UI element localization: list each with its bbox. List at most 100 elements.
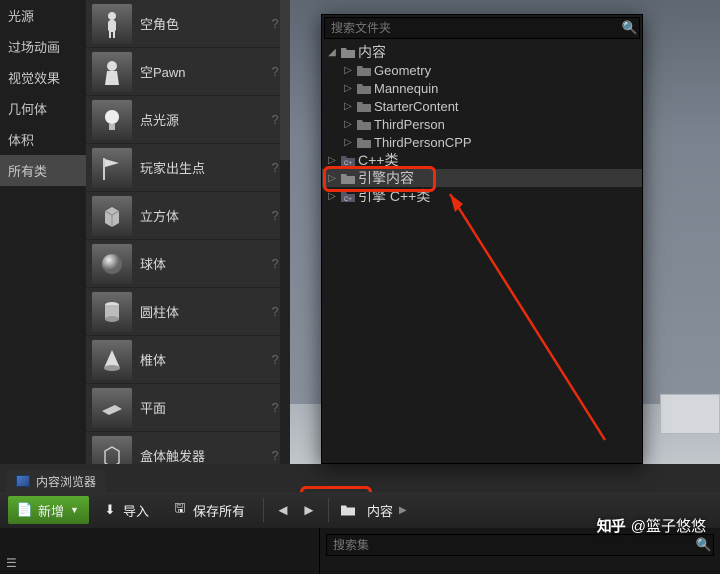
breadcrumb[interactable]: 内容 ▶ — [367, 501, 407, 520]
folder-search-input[interactable] — [325, 21, 621, 35]
character-icon — [92, 4, 132, 44]
actor-empty-pawn[interactable]: 空Pawn ? — [86, 48, 290, 96]
collection-search-input[interactable] — [327, 538, 695, 552]
actor-point-light[interactable]: 点光源 ? — [86, 96, 290, 144]
actor-label: 球体 — [140, 254, 258, 273]
tree-root-cpp[interactable]: ▷ C+ C++类 — [322, 151, 642, 169]
expand-arrow-icon[interactable]: ▷ — [342, 101, 354, 112]
cpp-folder-icon: C+ — [340, 153, 356, 167]
expand-arrow-icon[interactable]: ▷ — [342, 119, 354, 130]
add-new-button[interactable]: 📄 新增 ▼ — [8, 496, 89, 524]
actor-label: 平面 — [140, 398, 258, 417]
category-all-classes[interactable]: 所有类 — [0, 155, 86, 186]
search-icon: 🔍 — [695, 536, 713, 554]
tree-root-engine-content[interactable]: ▷ 引擎内容 — [322, 169, 642, 187]
tree-label: 引擎 C++类 — [358, 186, 430, 206]
category-cinematic[interactable]: 过场动画 — [0, 31, 86, 62]
import-button[interactable]: ⬇ 导入 — [93, 496, 159, 524]
folder-search[interactable]: 🔍 — [324, 17, 640, 39]
plus-file-icon: 📄 — [18, 503, 32, 517]
actor-cone[interactable]: 椎体 ? — [86, 336, 290, 384]
actor-label: 空Pawn — [140, 62, 258, 81]
actor-label: 立方体 — [140, 206, 258, 225]
button-label: 新增 — [38, 501, 64, 520]
folder-icon — [356, 99, 372, 113]
actor-empty-character[interactable]: 空角色 ? — [86, 0, 290, 48]
search-icon: 🔍 — [621, 19, 639, 37]
actor-label: 玩家出生点 — [140, 158, 258, 177]
tree-label: C++类 — [358, 150, 398, 170]
folder-tree[interactable]: ◢ 内容 ▷ Geometry ▷ Mannequin ▷ StarterCon… — [322, 41, 642, 463]
tree-label: 内容 — [358, 42, 386, 62]
tree-root-content[interactable]: ◢ 内容 — [322, 43, 642, 61]
save-all-button[interactable]: 🖫 保存所有 — [163, 496, 255, 524]
category-volume[interactable]: 体积 — [0, 124, 86, 155]
category-geometry[interactable]: 几何体 — [0, 93, 86, 124]
scrollbar[interactable] — [280, 0, 290, 464]
button-label: 保存所有 — [193, 501, 245, 520]
folder-icon — [356, 81, 372, 95]
actor-plane[interactable]: 平面 ? — [86, 384, 290, 432]
cube-icon — [92, 196, 132, 236]
tree-label: 引擎内容 — [358, 168, 414, 188]
tree-item-thirdpersoncpp[interactable]: ▷ ThirdPersonCPP — [322, 133, 642, 151]
chevron-right-icon: ▶ — [399, 505, 407, 516]
sphere-icon — [92, 244, 132, 284]
filter-bar[interactable]: ☰ — [6, 556, 17, 570]
expand-arrow-icon[interactable]: ▷ — [342, 83, 354, 94]
collection-search[interactable]: 🔍 — [326, 534, 714, 556]
svg-text:C+: C+ — [344, 161, 352, 167]
tree-item-startercontent[interactable]: ▷ StarterContent — [322, 97, 642, 115]
actor-trigger-box[interactable]: 盒体触发器 ? — [86, 432, 290, 464]
filter-icon[interactable]: ☰ — [6, 556, 17, 570]
cpp-folder-icon: C+ — [340, 189, 356, 203]
svg-text:C+: C+ — [344, 197, 352, 203]
expand-arrow-icon[interactable]: ▷ — [342, 137, 354, 148]
actor-player-start[interactable]: 玩家出生点 ? — [86, 144, 290, 192]
chevron-down-icon: ▼ — [70, 505, 79, 515]
actor-sphere[interactable]: 球体 ? — [86, 240, 290, 288]
sources-panel — [0, 528, 320, 574]
expand-arrow-icon[interactable]: ▷ — [326, 155, 338, 166]
content-browser-icon — [16, 475, 30, 487]
actor-label: 点光源 — [140, 110, 258, 129]
import-icon: ⬇ — [103, 503, 117, 517]
tree-item-mannequin[interactable]: ▷ Mannequin — [322, 79, 642, 97]
tree-item-thirdperson[interactable]: ▷ ThirdPerson — [322, 115, 642, 133]
folder-tree-panel: 🔍 ◢ 内容 ▷ Geometry ▷ Mannequin ▷ StarterC… — [321, 14, 643, 464]
collapse-arrow-icon[interactable]: ◢ — [326, 47, 338, 58]
separator — [328, 498, 329, 522]
button-label: 导入 — [123, 501, 149, 520]
category-light[interactable]: 光源 — [0, 0, 86, 31]
plane-icon — [92, 388, 132, 428]
tree-label: Mannequin — [374, 81, 438, 96]
breadcrumb-root[interactable]: 内容 — [367, 501, 393, 520]
watermark: 知乎 @篮子悠悠 — [597, 515, 706, 536]
tree-label: ThirdPerson — [374, 117, 445, 132]
category-vfx[interactable]: 视觉效果 — [0, 62, 86, 93]
zhihu-logo: 知乎 — [597, 515, 625, 536]
tab-label: 内容浏览器 — [36, 473, 96, 490]
cylinder-icon — [92, 292, 132, 332]
folder-icon — [356, 63, 372, 77]
actor-cylinder[interactable]: 圆柱体 ? — [86, 288, 290, 336]
expand-arrow-icon[interactable]: ▷ — [326, 191, 338, 202]
tree-label: ThirdPersonCPP — [374, 135, 472, 150]
expand-arrow-icon[interactable]: ▷ — [326, 173, 338, 184]
actor-cube[interactable]: 立方体 ? — [86, 192, 290, 240]
show-sources-button[interactable] — [337, 499, 359, 521]
actor-label: 圆柱体 — [140, 302, 258, 321]
tree-root-engine-cpp[interactable]: ▷ C+ 引擎 C++类 — [322, 187, 642, 205]
light-icon — [92, 100, 132, 140]
category-list: 光源 过场动画 视觉效果 几何体 体积 所有类 — [0, 0, 86, 464]
pawn-icon — [92, 52, 132, 92]
tree-label: Geometry — [374, 63, 431, 78]
nav-forward-button[interactable]: ► — [298, 499, 320, 521]
folder-icon — [340, 171, 356, 185]
expand-arrow-icon[interactable]: ▷ — [342, 65, 354, 76]
tree-item-geometry[interactable]: ▷ Geometry — [322, 61, 642, 79]
actor-list[interactable]: 空角色 ? 空Pawn ? 点光源 ? 玩家出生点 ? 立方体 ? 球体 ? — [86, 0, 290, 464]
folder-icon — [356, 117, 372, 131]
content-browser-tab[interactable]: 内容浏览器 — [6, 470, 106, 492]
nav-back-button[interactable]: ◄ — [272, 499, 294, 521]
